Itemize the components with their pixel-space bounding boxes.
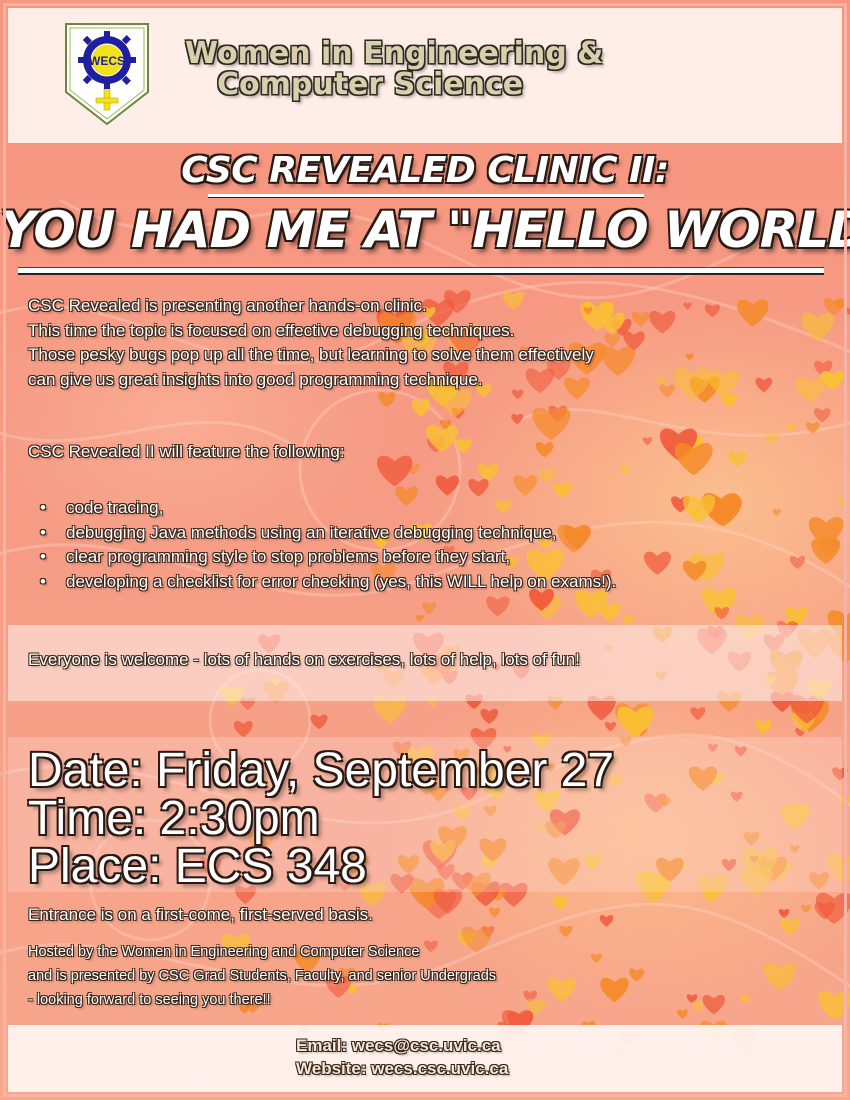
intro-line: CSC Revealed is presenting another hands… <box>28 296 427 315</box>
website-link[interactable]: Website: wecs.csc.uvic.ca <box>296 1057 508 1080</box>
event-date: Date: Friday, September 27 <box>28 744 615 797</box>
intro-line: This time the topic is focused on effect… <box>28 320 515 340</box>
hosted-line: Hosted by the Women in Engineering and C… <box>28 944 420 960</box>
welcome-text: Everyone is welcome - lots of hands on e… <box>28 650 580 669</box>
title-underline <box>18 267 824 275</box>
hosted-line: and is presented by CSC Grad Students, F… <box>28 968 497 984</box>
org-line-2: Computer Science <box>217 67 524 102</box>
hosted-line: - looking forward to seeing you there!! <box>28 992 271 1008</box>
intro-paragraph: CSC Revealed is presenting another hands… <box>28 294 828 392</box>
organization-name: Women in Engineering & Computer Science <box>185 38 645 100</box>
event-subtitle: CSC REVEALED CLINIC II: <box>181 150 669 191</box>
intro-line: can give us great insights into good pro… <box>28 369 483 389</box>
list-item: clear programming style to stop problems… <box>40 545 616 570</box>
list-item: debugging Java methods using an iterativ… <box>40 521 616 546</box>
contact-info: Email: wecs@csc.uvic.ca Website: wecs.cs… <box>296 1034 508 1080</box>
email-link[interactable]: Email: wecs@csc.uvic.ca <box>296 1034 508 1057</box>
subtitle-underline <box>208 194 644 198</box>
poster: WECS Women in Engineering & Computer Sci… <box>0 0 850 1100</box>
list-item: developing a checklist for error checkin… <box>40 570 616 595</box>
intro-line: Those pesky bugs pop up all the time, bu… <box>28 345 594 364</box>
event-place: Place: ECS 348 <box>28 840 367 893</box>
logo-text: WECS <box>89 54 125 68</box>
wecs-logo-icon: WECS <box>65 23 149 126</box>
features-list: code tracing, debugging Java methods usi… <box>40 496 616 594</box>
org-line-1: Women in Engineering & <box>185 36 604 71</box>
event-time: Time: 2:30pm <box>28 792 320 845</box>
hosted-by-text: Hosted by the Women in Engineering and C… <box>28 940 496 1012</box>
entrance-note: Entrance is on a first-come, first-serve… <box>28 905 373 924</box>
list-item: code tracing, <box>40 496 616 521</box>
features-heading: CSC Revealed II will feature the followi… <box>28 442 345 461</box>
event-title: YOU HAD ME AT "HELLO WORLD" <box>0 201 850 259</box>
